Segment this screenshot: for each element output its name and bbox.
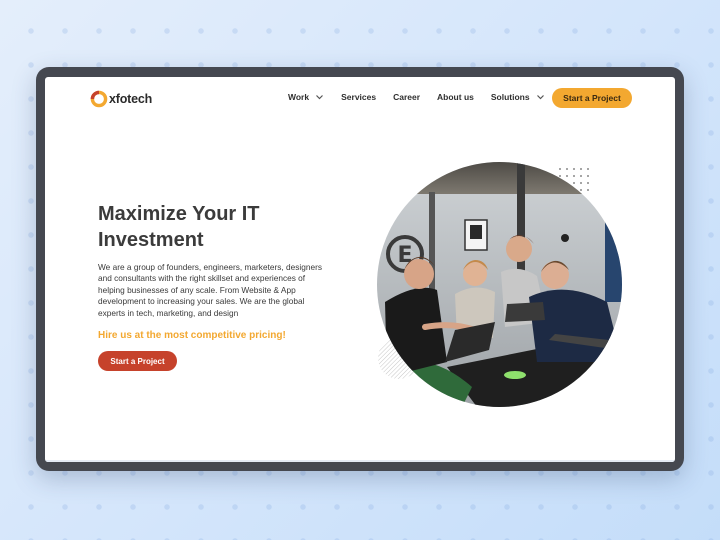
nav-item-label: Solutions (490, 92, 530, 102)
chevron-down-icon (316, 95, 324, 100)
team-photo-circle: E (377, 162, 622, 407)
start-project-nav-button[interactable]: Start a Project (552, 88, 632, 108)
brand-logo[interactable]: xfotech (90, 90, 152, 108)
main-nav: Work Services Career About us Solutions (288, 92, 545, 102)
nav-item-label: Services (341, 92, 377, 102)
chevron-down-icon (536, 95, 544, 100)
circle-logo-icon (90, 90, 108, 108)
hero-description: We are a group of founders, engineers, m… (98, 262, 322, 318)
nav-item-career[interactable]: Career (393, 92, 420, 102)
nav-item-label: About us (437, 92, 474, 102)
device-frame: xfotech Work Services Career About us So… (36, 67, 684, 471)
hero-title-line: Investment (98, 229, 204, 251)
browser-screen: xfotech Work Services Career About us So… (45, 77, 675, 462)
brand-name: xfotech (109, 92, 153, 106)
nav-item-services[interactable]: Services (341, 92, 376, 102)
hero-title: Maximize Your IT Investment (98, 201, 358, 253)
hero-promo-text: Hire us at the most competitive pricing! (98, 330, 286, 341)
nav-item-label: Career (393, 92, 421, 102)
hero-title-line: Maximize Your IT (98, 203, 260, 225)
nav-item-label: Work (288, 92, 310, 102)
nav-item-about-us[interactable]: About us (437, 92, 474, 102)
nav-item-work[interactable]: Work (288, 92, 324, 102)
nav-item-solutions[interactable]: Solutions (491, 92, 545, 102)
start-project-hero-button[interactable]: Start a Project (98, 351, 177, 371)
